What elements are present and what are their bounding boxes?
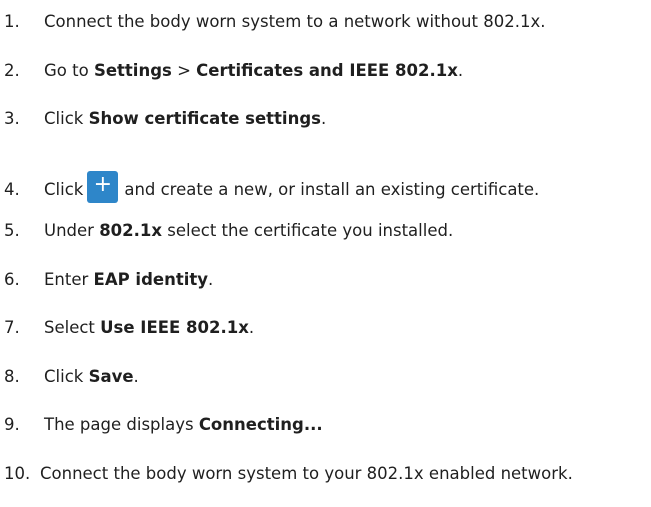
save-label: Save	[88, 367, 134, 386]
connecting-status-label: Connecting...	[198, 415, 323, 434]
step-text-prefix: Go to	[44, 61, 94, 80]
use-ieee-802-1x-label: Use IEEE 802.1x	[100, 318, 249, 337]
step-text-prefix: The page displays	[44, 415, 199, 434]
add-certificate-button[interactable]: +	[87, 171, 119, 203]
step-text-prefix: Click	[44, 180, 84, 199]
step-text-prefix: Click	[44, 367, 89, 386]
step-text-prefix: Enter	[44, 270, 94, 289]
step-text: Connect the body worn system to a networ…	[44, 12, 546, 31]
step-number: 8.	[4, 367, 20, 386]
show-certificate-settings-label: Show certificate settings	[88, 109, 321, 128]
breadcrumb-separator: >	[171, 61, 197, 80]
step-number: 7.	[4, 318, 20, 337]
step-number: 1.	[4, 12, 20, 31]
step-number: 2.	[4, 61, 20, 80]
step-text-prefix: Click	[44, 109, 89, 128]
step-3: 3. Click Show certificate settings.	[4, 107, 326, 131]
step-7: 7. Select Use IEEE 802.1x.	[4, 316, 254, 340]
step-text-suffix: .	[133, 367, 139, 386]
step-text-prefix: Select	[44, 318, 101, 337]
step-text-suffix: select the certificate you installed.	[162, 221, 454, 240]
step-text-suffix: .	[248, 318, 255, 337]
step-number: 3.	[4, 109, 20, 128]
plus-icon: +	[93, 172, 113, 197]
step-text: Connect the body worn system to your 802…	[40, 464, 573, 483]
step-10: 10. Connect the body worn system to your …	[4, 462, 573, 486]
step-8: 8. Click Save.	[4, 365, 139, 389]
menu-path-certificates: Certificates and IEEE 802.1x	[196, 61, 458, 80]
step-1: 1. Connect the body worn system to a netw…	[4, 10, 545, 34]
step-number: 4.	[4, 180, 20, 199]
step-number: 5.	[4, 221, 20, 240]
step-text-prefix: Under	[44, 221, 100, 240]
step-4: 4. Click + and create a new, or install an …	[4, 171, 539, 203]
menu-path-settings: Settings	[93, 61, 172, 80]
section-802-1x-label: 802.1x	[99, 221, 163, 240]
step-number: 9.	[4, 415, 20, 434]
eap-identity-label: EAP identity	[93, 270, 209, 289]
step-number: 10.	[4, 464, 31, 483]
step-text-suffix: .	[208, 270, 214, 289]
step-6: 6. Enter EAP identity.	[4, 268, 213, 292]
step-2: 2. Go to Settings > Certificates and IEEE…	[4, 59, 463, 83]
step-text-suffix: .	[457, 61, 464, 80]
step-9: 9. The page displays Connecting...	[4, 413, 323, 437]
step-text-suffix: and create a new, or install an existing…	[124, 180, 540, 199]
step-text-suffix: .	[320, 109, 327, 128]
step-number: 6.	[4, 270, 20, 289]
step-5: 5. Under 802.1x select the certificate yo…	[4, 219, 453, 243]
